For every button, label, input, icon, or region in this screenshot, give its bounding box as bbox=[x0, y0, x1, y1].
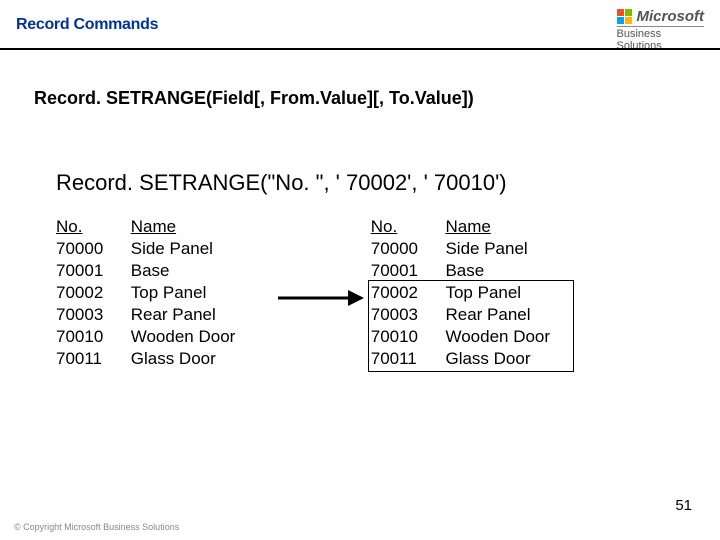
left-table-header-name: Name bbox=[131, 216, 271, 238]
table-row: Top Panel bbox=[445, 282, 585, 304]
brand-subline-1: Business bbox=[617, 26, 705, 40]
syntax-definition: Record. SETRANGE(Field[, From.Value][, T… bbox=[34, 88, 474, 109]
table-row: 70011 bbox=[56, 348, 126, 370]
brand-name: Microsoft bbox=[637, 8, 705, 25]
table-row: Base bbox=[445, 260, 585, 282]
page-number: 51 bbox=[675, 497, 692, 514]
left-table: No. 70000 70001 70002 70003 70010 70011 … bbox=[56, 216, 271, 370]
table-row: Top Panel bbox=[131, 282, 271, 304]
table-row: 70000 bbox=[56, 238, 126, 260]
table-row: 70001 bbox=[56, 260, 126, 282]
table-row: 70003 bbox=[371, 304, 441, 326]
brand-subline-2: Solutions bbox=[617, 40, 705, 52]
table-row: Side Panel bbox=[445, 238, 585, 260]
table-row: 70002 bbox=[371, 282, 441, 304]
microsoft-flag-icon bbox=[617, 9, 633, 25]
slide-title: Record Commands bbox=[16, 16, 158, 34]
tables-container: No. 70000 70001 70002 70003 70010 70011 … bbox=[56, 216, 696, 370]
brand-logo: Microsoft Business Solutions bbox=[617, 8, 705, 52]
table-row: 70000 bbox=[371, 238, 441, 260]
table-row: Wooden Door bbox=[445, 326, 585, 348]
table-row: 70010 bbox=[371, 326, 441, 348]
right-table-header-no: No. bbox=[371, 216, 441, 238]
table-row: Wooden Door bbox=[131, 326, 271, 348]
table-row: Glass Door bbox=[131, 348, 271, 370]
copyright-text: © Copyright Microsoft Business Solutions bbox=[14, 522, 179, 532]
table-row: Base bbox=[131, 260, 271, 282]
example-call: Record. SETRANGE("No. ", ' 70002', ' 700… bbox=[56, 170, 507, 196]
table-row: 70001 bbox=[371, 260, 441, 282]
right-table: No. 70000 70001 70002 70003 70010 70011 … bbox=[371, 216, 586, 370]
table-row: 70003 bbox=[56, 304, 126, 326]
arrow-icon bbox=[271, 286, 371, 310]
table-row: Glass Door bbox=[445, 348, 585, 370]
table-row: 70002 bbox=[56, 282, 126, 304]
table-row: Rear Panel bbox=[445, 304, 585, 326]
right-table-header-name: Name bbox=[445, 216, 585, 238]
slide-header: Record Commands Microsoft Business Solut… bbox=[0, 0, 720, 48]
header-divider bbox=[0, 48, 720, 50]
table-row: 70010 bbox=[56, 326, 126, 348]
left-table-header-no: No. bbox=[56, 216, 126, 238]
table-row: Rear Panel bbox=[131, 304, 271, 326]
table-row: 70011 bbox=[371, 348, 441, 370]
table-row: Side Panel bbox=[131, 238, 271, 260]
